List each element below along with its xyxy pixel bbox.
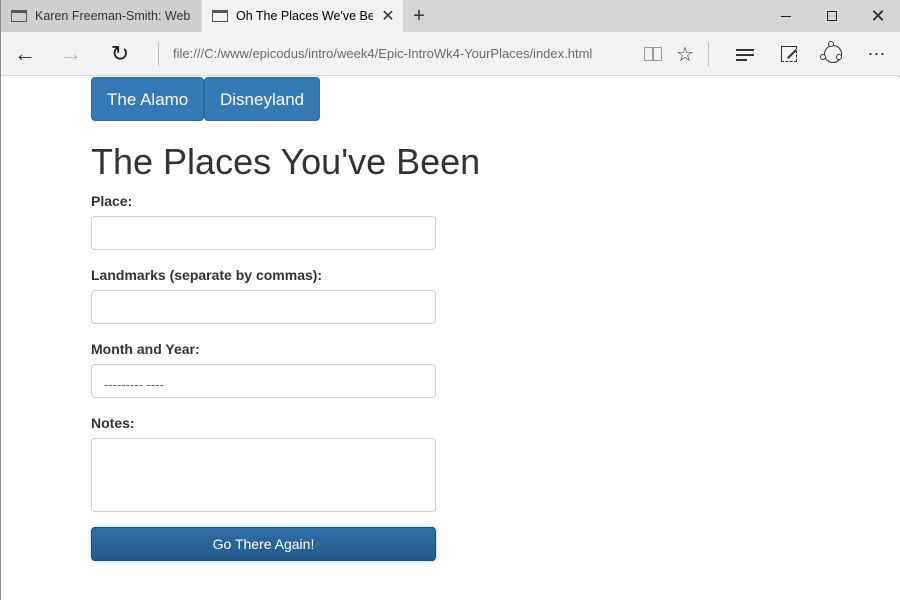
close-tab-icon[interactable]: ✕: [373, 6, 403, 26]
minimize-button[interactable]: [763, 0, 809, 32]
forward-button[interactable]: →: [49, 32, 93, 76]
new-tab-button[interactable]: +: [407, 0, 431, 32]
address-bar: ← → ↻ file:///C:/www/epicodus/intro/week…: [1, 32, 900, 76]
star-icon: ☆: [676, 43, 694, 66]
close-window-button[interactable]: ✕: [855, 0, 900, 32]
maximize-button[interactable]: [809, 0, 855, 32]
go-there-again-button[interactable]: Go There Again!: [91, 527, 436, 561]
divider: [158, 42, 159, 66]
url-field[interactable]: file:///C:/www/epicodus/intro/week4/Epic…: [173, 32, 592, 76]
share-button[interactable]: [813, 32, 853, 76]
pen-icon: [781, 46, 797, 62]
tab-karen-freeman-smith[interactable]: Karen Freeman-Smith: Web: [1, 0, 202, 32]
favorite-button[interactable]: ☆: [665, 32, 705, 76]
minimize-icon: [781, 15, 791, 17]
place-button-the-alamo[interactable]: The Alamo: [91, 77, 205, 121]
notes-label: Notes:: [91, 415, 135, 431]
notes-textarea[interactable]: [91, 438, 436, 512]
hub-icon: [736, 48, 754, 61]
hub-button[interactable]: [725, 32, 765, 76]
refresh-button[interactable]: ↻: [98, 32, 142, 76]
landmarks-input[interactable]: [91, 290, 436, 324]
place-label: Place:: [91, 193, 133, 209]
close-icon: ✕: [870, 6, 886, 26]
divider: [708, 42, 709, 66]
landmarks-label: Landmarks (separate by commas):: [91, 267, 323, 283]
back-button[interactable]: ←: [3, 32, 47, 76]
page-icon: [212, 10, 228, 22]
web-note-button[interactable]: [769, 32, 809, 76]
place-button-disneyland[interactable]: Disneyland: [204, 77, 321, 121]
tab-places[interactable]: Oh The Places We've Be ✕: [202, 0, 403, 32]
month-year-label: Month and Year:: [91, 341, 200, 357]
browser-window: Karen Freeman-Smith: Web Oh The Places W…: [0, 0, 900, 600]
more-button[interactable]: ⋯: [857, 32, 897, 76]
tab-bar: Karen Freeman-Smith: Web Oh The Places W…: [1, 0, 900, 32]
page-content: The Alamo Disneyland The Places You've B…: [1, 77, 900, 600]
tab-title: Oh The Places We've Be: [236, 9, 373, 23]
book-icon: [644, 47, 662, 61]
more-icon: ⋯: [867, 43, 887, 64]
place-input[interactable]: [91, 216, 436, 250]
share-icon: [820, 41, 842, 63]
tab-title: Karen Freeman-Smith: Web: [35, 9, 191, 23]
month-year-input[interactable]: --------- ----: [91, 364, 436, 398]
page-icon: [11, 10, 27, 22]
page-title: The Places You've Been: [91, 141, 481, 182]
maximize-icon: [827, 11, 837, 21]
